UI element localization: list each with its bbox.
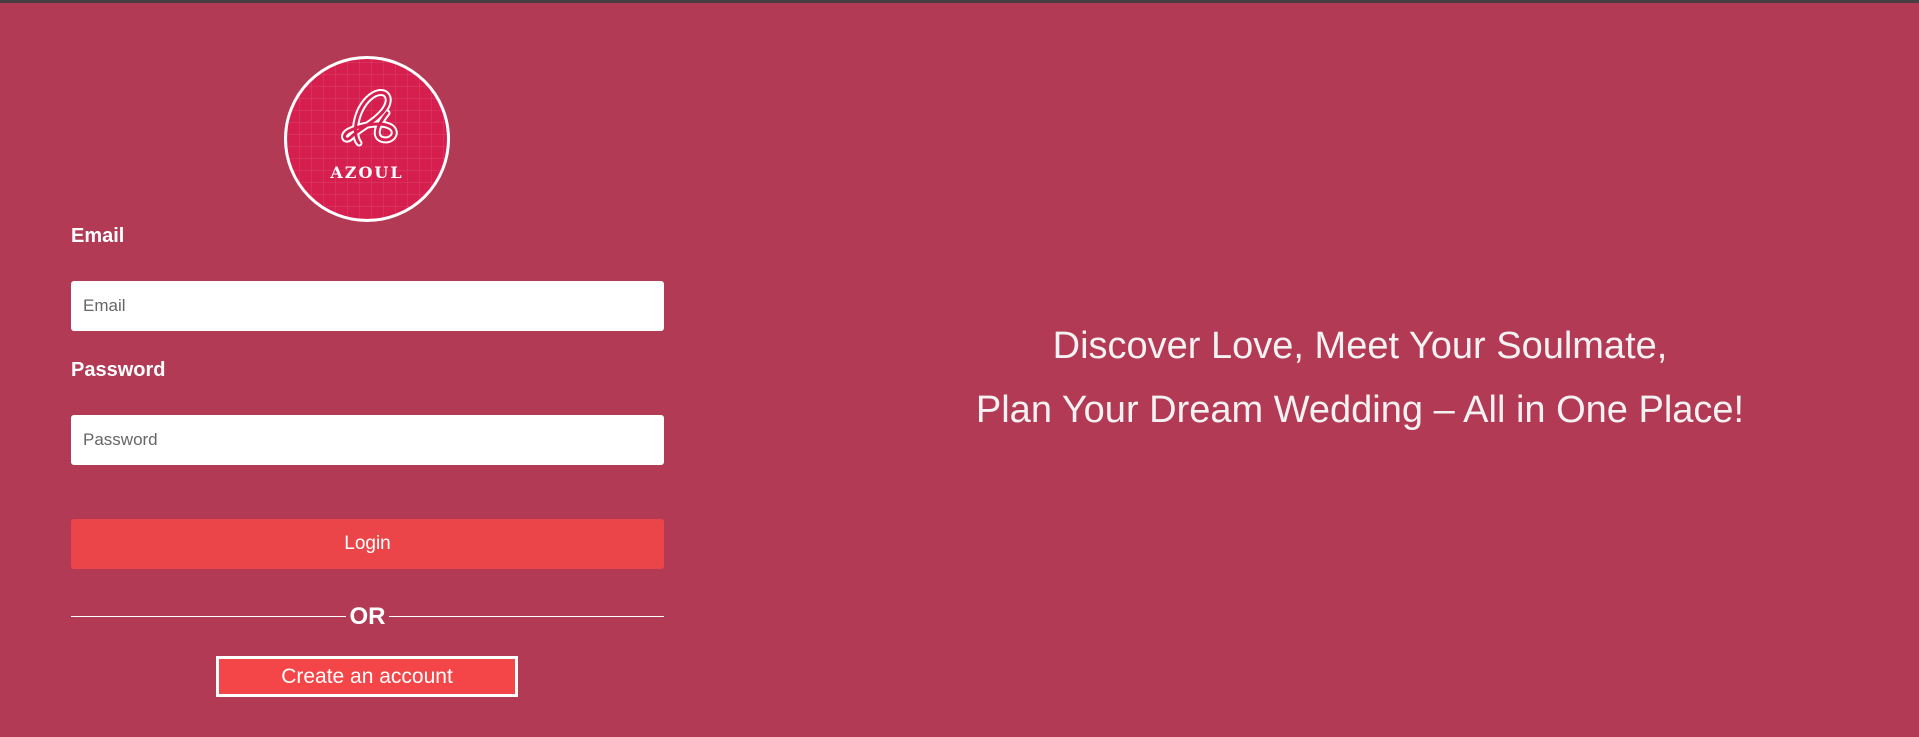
azoul-monogram-icon	[341, 89, 398, 147]
email-label: Email	[71, 225, 125, 247]
password-label: Password	[71, 359, 166, 381]
brand-logo: AZOUL	[284, 56, 450, 222]
login-page: AZOUL Email Password Login OR Create an …	[0, 3, 1919, 737]
email-field[interactable]	[71, 281, 664, 331]
divider-line-left	[71, 616, 346, 617]
login-panel: AZOUL Email Password Login OR Create an …	[71, 3, 664, 737]
divider-line-right	[389, 616, 664, 617]
logo-wordmark: AZOUL	[330, 163, 404, 182]
password-field[interactable]	[71, 415, 664, 465]
hero-line-1: Discover Love, Meet Your Soulmate,	[1052, 325, 1668, 367]
hero-tagline: Discover Love, Meet Your Soulmate, Plan …	[760, 3, 1919, 737]
or-divider: OR	[71, 602, 664, 632]
hero-line-2: Plan Your Dream Wedding – All in One Pla…	[975, 389, 1745, 431]
create-account-button[interactable]: Create an account	[216, 656, 518, 697]
login-button[interactable]: Login	[71, 519, 664, 569]
divider-text: OR	[349, 603, 386, 630]
